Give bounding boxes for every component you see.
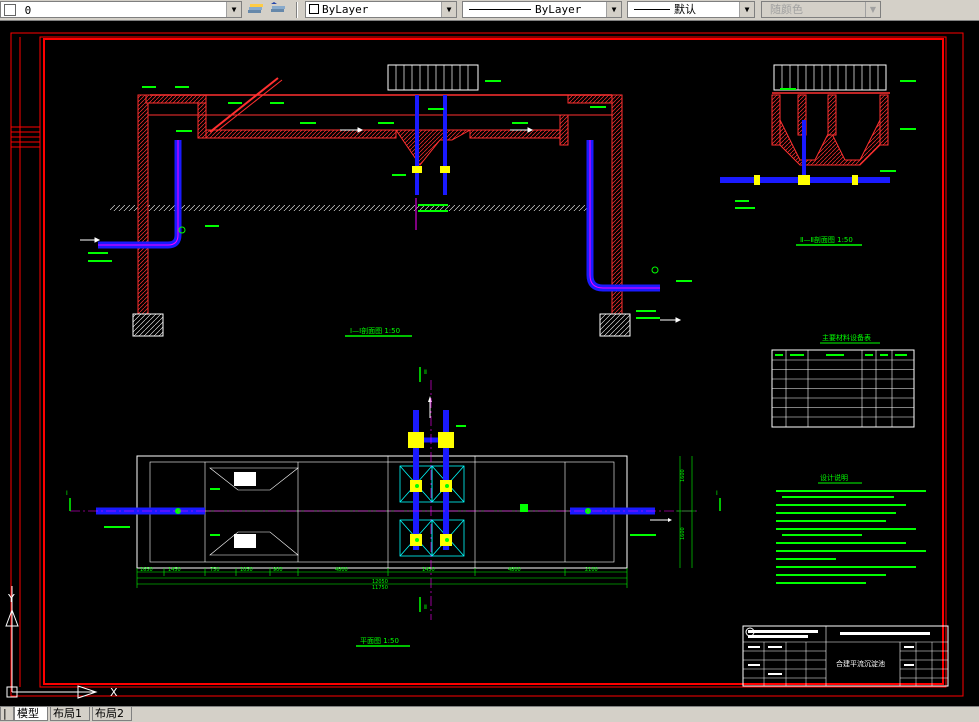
tab-layout-1[interactable]: 布局1	[50, 707, 90, 721]
cut-label-top: Ⅱ	[424, 369, 427, 376]
section-1-1-drawing	[80, 64, 692, 337]
ucs-icon: X Y	[5, 586, 118, 699]
chevron-down-icon[interactable]: ▼	[606, 2, 621, 17]
layout-tab-bar: | 模型 布局1 布局2	[0, 706, 979, 722]
layer-dropdown[interactable]: 0 ▼	[0, 1, 242, 18]
design-notes-title: 设计说明	[820, 473, 848, 482]
dim-segment-4: 900	[273, 567, 283, 573]
tab-layout-2[interactable]: 布局2	[92, 707, 132, 721]
linetype-dropdown[interactable]: ByLayer ▼	[462, 1, 622, 18]
layer-state-icon	[4, 4, 16, 16]
linetype-sample	[469, 9, 531, 10]
lineweight-sample	[634, 9, 670, 10]
section-2-2-drawing	[720, 64, 916, 209]
plan-title: 平面图 1:50	[360, 637, 399, 645]
linetype-value: ByLayer	[535, 3, 582, 16]
section-1-title: Ⅰ—Ⅰ剖面图 1:50	[350, 326, 400, 335]
dim-segment-0: 1650	[140, 567, 153, 573]
dim-right-0: 1600	[680, 469, 686, 482]
color-swatch	[309, 4, 319, 14]
chevron-down-icon[interactable]: ▼	[739, 2, 754, 17]
title-block: 合建平流沉淀池	[742, 625, 949, 687]
dim-segment-2: 750	[210, 567, 220, 573]
chevron-down-icon[interactable]: ▼	[226, 2, 241, 17]
dim-segment-1: 1450	[168, 567, 181, 573]
cut-label-left: Ⅰ	[66, 490, 68, 497]
layer-name: 0	[24, 4, 32, 17]
lineweight-value: 默认	[674, 3, 696, 16]
cut-label-right: Ⅰ	[716, 490, 718, 497]
model-space-canvas[interactable]: Ⅰ—Ⅰ剖面图 1:50 Ⅱ—Ⅱ剖面图 1:50 主要材料设备表 设计说明 165…	[0, 20, 979, 706]
dim-total: 11750	[372, 585, 388, 591]
dim-segment-6: 1450	[422, 567, 435, 573]
title-block-name: 合建平流沉淀池	[836, 659, 885, 668]
properties-toolbar: 0 ▼ ByLayer ▼ ByLayer ▼ 默认 ▼ 随颜色 ▼	[0, 0, 979, 21]
plotstyle-dropdown: 随颜色 ▼	[761, 1, 881, 18]
make-layer-current-icon[interactable]	[246, 1, 264, 18]
tab-model[interactable]: 模型	[14, 707, 48, 721]
design-notes: 设计说明	[776, 473, 926, 584]
dim-segment-5: 4800	[335, 567, 348, 573]
material-table-title: 主要材料设备表	[822, 333, 871, 342]
dim-segment-3: 1050	[240, 567, 253, 573]
section-2-title: Ⅱ—Ⅱ剖面图 1:50	[800, 235, 853, 244]
chevron-down-icon[interactable]: ▼	[441, 2, 456, 17]
plan-view-drawing: 1650 1450 750 1050 900 4800 1450 4800 21…	[66, 367, 721, 620]
ucs-x-label: X	[110, 686, 118, 699]
layer-previous-icon[interactable]	[268, 1, 286, 18]
ucs-y-label: Y	[7, 592, 15, 605]
dim-right-1: 1600	[680, 527, 686, 540]
dim-segment-7: 4800	[508, 567, 521, 573]
material-table: 主要材料设备表	[771, 333, 915, 428]
color-value: ByLayer	[322, 3, 369, 16]
plotstyle-value: 随颜色	[770, 3, 803, 16]
toolbar-separator	[296, 2, 298, 18]
lineweight-dropdown[interactable]: 默认 ▼	[627, 1, 755, 18]
cut-label-bottom: Ⅱ	[424, 604, 427, 611]
tab-scroll-left[interactable]: |	[0, 707, 14, 721]
dim-segment-8: 2100	[585, 567, 598, 573]
chevron-down-icon: ▼	[865, 2, 880, 17]
color-dropdown[interactable]: ByLayer ▼	[305, 1, 457, 18]
